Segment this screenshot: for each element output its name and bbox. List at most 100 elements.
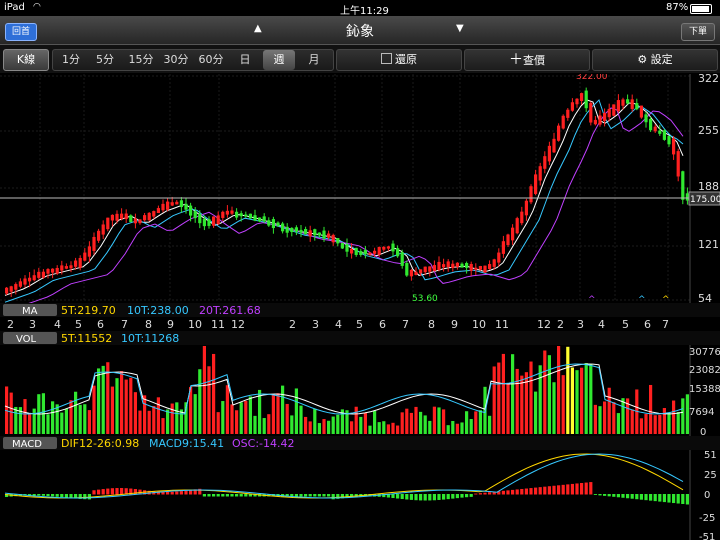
macd-bar (225, 494, 229, 497)
volume-bar (308, 421, 312, 434)
period-5min[interactable]: 5分 (89, 50, 121, 70)
candle-body (391, 243, 395, 252)
volume-bar (368, 425, 372, 434)
month-label: 7 (402, 318, 409, 331)
macd-bar (626, 494, 630, 499)
next-stock-arrow-icon[interactable]: ▼ (456, 23, 464, 34)
volume-bar (589, 364, 593, 434)
month-label: 11 (495, 318, 509, 331)
stock-title[interactable]: 鈊象 (300, 21, 420, 41)
candle-body (400, 252, 404, 266)
month-label: 3 (29, 318, 36, 331)
candle-body (46, 269, 50, 274)
volume-bar (55, 404, 59, 434)
candle-body (529, 186, 533, 203)
candle-body (83, 252, 87, 261)
candle-body (55, 267, 59, 274)
macd-bar (488, 492, 492, 495)
back-button[interactable]: 回首 (5, 23, 37, 41)
candle-body (451, 263, 455, 269)
month-label: 3 (577, 318, 584, 331)
ma-line (4, 99, 684, 303)
candle-body (74, 260, 78, 267)
candle-body (488, 264, 492, 270)
volume-bar (593, 404, 597, 434)
kline-tab[interactable]: K線 (3, 49, 49, 71)
candle-body (437, 261, 441, 270)
macd-bar (391, 494, 395, 499)
chart-area[interactable]: 322 255 188 121 54 175.00 322.00 53.60 ^… (0, 74, 720, 540)
macd-bar (437, 494, 441, 500)
candle-body (97, 230, 101, 241)
macd-bar (465, 494, 469, 498)
macd-axis-label: -51 (699, 532, 715, 540)
month-label: 6 (97, 318, 104, 331)
settings-button[interactable]: ⚙ 設定 (592, 49, 718, 71)
candle-body (598, 115, 602, 125)
macd-bar (64, 494, 68, 498)
macd-bar (175, 491, 179, 495)
month-label: 4 (598, 318, 605, 331)
volume-bar (354, 406, 358, 434)
volume-bar (676, 411, 680, 434)
macd-bar (681, 494, 685, 504)
volume-bar (534, 391, 538, 434)
volume-bar (28, 413, 32, 434)
volume-bar (566, 346, 570, 434)
candle-body (336, 238, 340, 244)
macd-bar (184, 490, 188, 495)
period-month[interactable]: 月 (299, 50, 329, 70)
candle-body (101, 224, 105, 235)
volume-bar (78, 404, 82, 434)
macd-bar (534, 487, 538, 495)
volume-bar (672, 400, 676, 434)
volume-bar (662, 408, 666, 434)
candle-body (676, 151, 680, 177)
candle-body (239, 213, 243, 217)
restore-toggle[interactable]: 還原 (336, 49, 462, 71)
candle-body (428, 266, 432, 272)
macd-bar (400, 494, 404, 500)
candle-body (547, 145, 551, 162)
period-15min[interactable]: 15分 (124, 50, 158, 70)
period-day[interactable]: 日 (231, 50, 259, 70)
volume-bar (87, 410, 91, 434)
candle-body (285, 226, 289, 233)
candle-body (626, 99, 630, 104)
query-price-button[interactable]: ＋查價 (464, 49, 590, 71)
period-60min[interactable]: 60分 (194, 50, 228, 70)
volume-bar (46, 414, 50, 434)
macd-bar (120, 488, 124, 495)
volume-bar (239, 402, 243, 434)
macd-bar (474, 493, 478, 495)
macd-bar (658, 494, 662, 502)
volume-bar (115, 378, 119, 434)
order-button[interactable]: 下單 (681, 23, 715, 41)
volume-bar (290, 415, 294, 434)
volume-bar (373, 410, 377, 434)
macd-bar (235, 494, 239, 497)
candle-body (359, 251, 363, 255)
macd-bar (662, 494, 666, 503)
volume-bar (262, 418, 266, 434)
candle-body (235, 211, 239, 218)
volume-bar (152, 405, 156, 434)
candle-body (115, 213, 119, 221)
macd-bar (51, 494, 55, 497)
candle-body (497, 252, 501, 263)
volume-bar (147, 410, 151, 434)
macd-bar (598, 494, 602, 496)
period-1min[interactable]: 1分 (55, 50, 87, 70)
period-30min[interactable]: 30分 (159, 50, 193, 70)
macd-bar (212, 494, 216, 497)
macd-bar (32, 494, 36, 496)
macd-bar (170, 491, 174, 495)
ma20-value: 20T:261.68 (199, 304, 261, 317)
volume-bar (336, 414, 340, 434)
period-week[interactable]: 週 (263, 50, 295, 70)
candle-body (290, 227, 294, 233)
volume-bar (639, 418, 643, 434)
candle-body (110, 214, 114, 221)
candle-body (18, 281, 22, 287)
prev-stock-arrow-icon[interactable]: ▲ (254, 23, 262, 34)
